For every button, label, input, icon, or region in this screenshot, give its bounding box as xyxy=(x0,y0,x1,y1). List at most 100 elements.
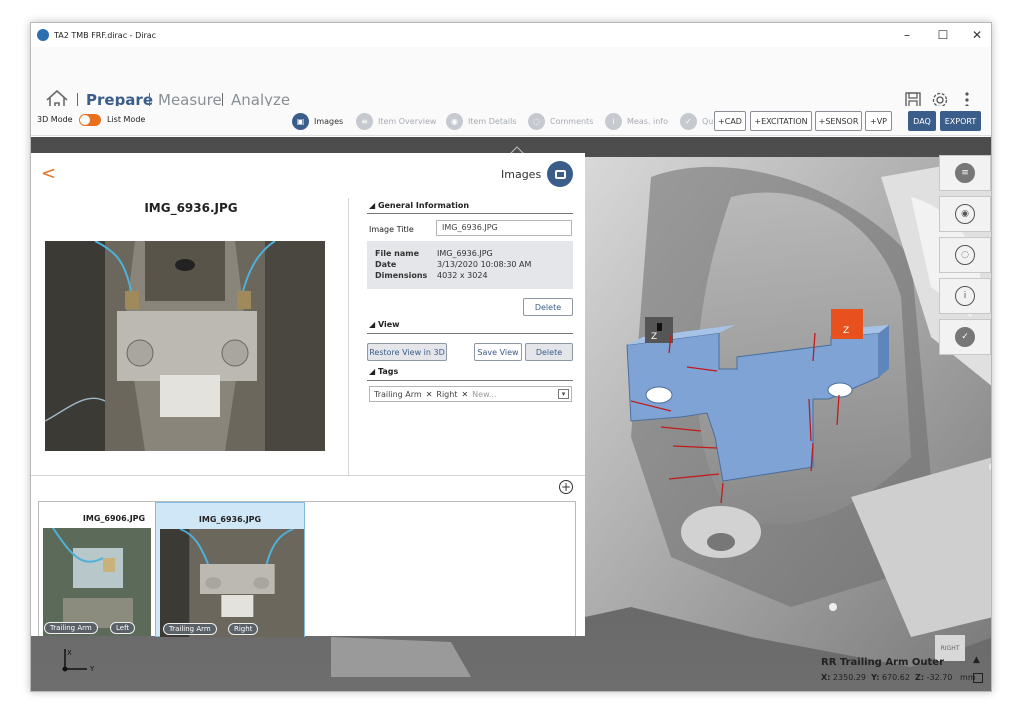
image-icon: ▣ xyxy=(292,112,309,130)
panel-title: Images xyxy=(501,168,542,181)
tags-header[interactable]: ◢ Tags xyxy=(369,367,398,376)
add-excitation-button[interactable]: +EXCITATION xyxy=(750,111,812,131)
eye-icon: ◉ xyxy=(955,204,975,224)
remove-tag-icon[interactable]: ✕ xyxy=(426,390,433,399)
daq-button[interactable]: DAQ xyxy=(908,111,936,131)
save-view-button[interactable]: Save View xyxy=(474,343,522,361)
tab-meas-info[interactable]: i Meas. info xyxy=(605,110,668,132)
section-divider xyxy=(367,333,573,334)
date-label: Date xyxy=(375,260,397,269)
add-cad-button[interactable]: +CAD xyxy=(714,111,746,131)
mode-3d-label: 3D Mode xyxy=(37,115,73,124)
tag-trailing-arm: Trailing Arm xyxy=(374,389,422,399)
section-divider xyxy=(367,380,573,381)
restore-view-button[interactable]: Restore View in 3D xyxy=(367,343,447,361)
title-bar: TA2 TMB FRF.dirac - Dirac – ☐ ✕ xyxy=(31,23,991,47)
add-sensor-button[interactable]: +SENSOR xyxy=(815,111,862,131)
selected-item-label: RR Trailing Arm Outer xyxy=(821,657,945,668)
tab-images[interactable]: ▣ Images xyxy=(292,110,343,132)
tab-item-details-label: Item Details xyxy=(468,116,517,126)
tab-images-label: Images xyxy=(314,116,344,126)
tab-item-overview-label: Item Overview xyxy=(378,116,437,126)
list-icon: ≡ xyxy=(356,112,373,130)
gallery-thumb-selected[interactable]: IMG_6936.JPG Trailing Arm Right xyxy=(155,502,305,637)
list-icon: ≡ xyxy=(955,163,975,183)
selected-image-name: IMG_6936.JPG xyxy=(144,201,238,215)
x-label: X: xyxy=(821,673,831,682)
sensor-marker-z: Z xyxy=(651,332,657,342)
side-check-button[interactable]: ✓ xyxy=(939,319,991,355)
mode-toggle[interactable] xyxy=(79,114,101,126)
new-tag-placeholder[interactable]: New... xyxy=(472,390,496,399)
delete-image-button[interactable]: Delete xyxy=(523,298,573,316)
tab-item-details[interactable]: ◉ Item Details xyxy=(446,110,517,132)
remove-tag-icon[interactable]: ✕ xyxy=(461,390,468,399)
mode-list-label: List Mode xyxy=(107,115,146,124)
comment-icon: ◌ xyxy=(955,245,975,265)
selected-image-preview[interactable] xyxy=(45,241,325,451)
tab-comments[interactable]: ◌ Comments xyxy=(528,110,593,132)
dirac-app-icon xyxy=(37,29,49,41)
dimensions-value: 4032 x 3024 xyxy=(437,271,488,280)
tab-meas-info-label: Meas. info xyxy=(627,116,668,126)
delete-view-button[interactable]: Delete xyxy=(525,343,573,361)
y-value: 670.62 xyxy=(881,673,910,682)
file-name-value: IMG_6936.JPG xyxy=(437,249,493,258)
dimensions-label: Dimensions xyxy=(375,271,428,280)
back-button[interactable]: < xyxy=(41,163,56,184)
add-image-button[interactable]: + xyxy=(559,480,573,494)
thumb-image xyxy=(160,529,304,637)
side-item-details-button[interactable]: ◉ xyxy=(939,196,991,232)
images-panel: < Images IMG_6936.JPG ◢ General Informat… xyxy=(31,153,585,637)
chevron-down-icon[interactable]: ▾ xyxy=(558,389,569,399)
maximize-button[interactable]: ☐ xyxy=(925,23,961,47)
gallery-divider xyxy=(31,475,585,476)
sensor-marker-z: Z xyxy=(843,326,849,336)
general-info-header[interactable]: ◢ General Information xyxy=(369,201,469,210)
image-title-label: Image Title xyxy=(369,225,414,234)
z-label: Z: xyxy=(915,673,925,682)
file-name-label: File name xyxy=(375,249,420,258)
general-info-title: General Information xyxy=(377,201,470,210)
tab-item-overview[interactable]: ≡ Item Overview xyxy=(356,110,436,132)
check-icon: ✓ xyxy=(680,112,697,130)
comment-icon: ◌ xyxy=(528,112,545,130)
side-comments-button[interactable]: ◌ xyxy=(939,237,991,273)
close-button[interactable]: ✕ xyxy=(959,23,991,47)
image-gallery: IMG_6906.JPG Trailing Arm Left IMG_6936.… xyxy=(38,501,576,637)
date-value: 3/13/2020 10:08:30 AM xyxy=(437,260,532,269)
thumb-tag-trailing-arm: Trailing Arm xyxy=(163,623,217,635)
toolbar: 3D Mode List Mode ▣ Images ≡ Item Overvi… xyxy=(31,106,991,136)
tag-right: Right xyxy=(436,389,458,399)
column-divider xyxy=(348,198,349,475)
image-icon xyxy=(547,161,573,187)
tab-comments-label: Comments xyxy=(550,116,594,126)
add-vp-button[interactable]: +VP xyxy=(865,111,892,131)
x-value: 2350.29 xyxy=(832,673,867,682)
side-item-overview-button[interactable]: ≡ xyxy=(939,155,991,191)
file-info-box: File name IMG_6936.JPG Date 3/13/2020 10… xyxy=(367,241,573,289)
chevron-up-icon[interactable]: ▲ xyxy=(973,655,980,665)
axis-x-label: X xyxy=(67,649,72,657)
tags-title: Tags xyxy=(377,367,399,376)
image-title-input[interactable]: IMG_6936.JPG xyxy=(436,220,572,236)
3d-viewport[interactable]: Z Z < Images IMG_6936.JPG ◢ General Info… xyxy=(31,137,991,691)
check-icon: ✓ xyxy=(955,327,975,347)
tab-qu-label: Qu xyxy=(702,116,714,126)
axis-y-label: Y xyxy=(89,665,95,673)
side-info-button[interactable]: i xyxy=(939,278,991,314)
section-divider xyxy=(367,213,573,214)
thumb-tag-left: Left xyxy=(110,622,136,634)
axis-indicator-icon: X Y xyxy=(62,649,95,673)
coordinate-readout: X: 2350.29 Y: 670.62 Z: -32.70 mm xyxy=(821,673,976,682)
export-button[interactable]: EXPORT xyxy=(940,111,981,131)
tags-input[interactable]: Trailing Arm ✕ Right ✕ New... ▾ xyxy=(369,386,572,402)
eye-icon: ◉ xyxy=(446,112,463,130)
thumb-tag-right: Right xyxy=(228,623,259,635)
window-mode-icon[interactable] xyxy=(973,673,983,683)
view-header[interactable]: ◢ View xyxy=(369,320,400,329)
tab-qu[interactable]: ✓ Qu xyxy=(680,110,713,132)
thumb-image xyxy=(43,528,151,636)
app-window: TA2 TMB FRF.dirac - Dirac – ☐ ✕ Prepare … xyxy=(30,22,992,692)
minimize-button[interactable]: – xyxy=(889,23,925,47)
